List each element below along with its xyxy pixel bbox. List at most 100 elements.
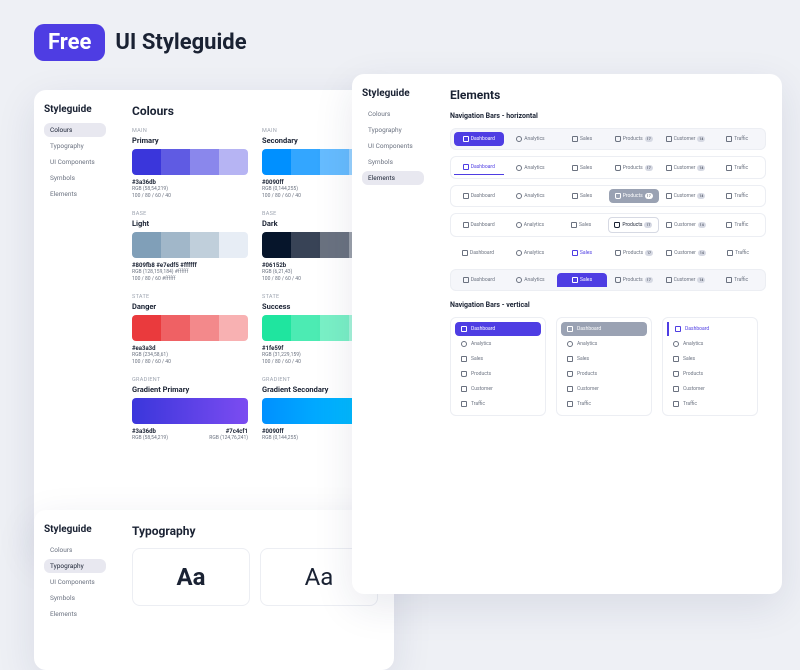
nav-label: Sales [577,356,589,362]
nav-item-traffic[interactable]: Traffic [713,217,762,233]
sidebar-item-ui-components[interactable]: UI Components [362,139,424,153]
sidebar-item-ui-components[interactable]: UI Components [44,155,106,169]
nav-item-sales[interactable]: Sales [557,217,606,233]
nav-item-products[interactable]: Products17 [609,246,659,260]
vnav-item-dashboard[interactable]: Dashboard [667,322,753,336]
nav-item-dashboard[interactable]: Dashboard [454,132,504,146]
vnav-item-analytics[interactable]: Analytics [455,337,541,351]
sidebar-item-ui-components[interactable]: UI Components [44,575,106,589]
count-badge: 17 [645,165,653,171]
sidebar-item-symbols[interactable]: Symbols [362,155,424,169]
vnav-item-traffic[interactable]: Traffic [561,397,647,411]
sidebar-item-typography[interactable]: Typography [362,123,424,137]
nav-icon [726,165,732,171]
nav-icon [673,401,679,407]
nav-item-sales[interactable]: Sales [557,132,607,146]
nav-item-customer[interactable]: Customer14 [661,217,711,233]
nav-item-traffic[interactable]: Traffic [712,132,762,146]
nav-icon [615,250,621,256]
nav-icon [666,222,672,228]
sidebar-item-elements[interactable]: Elements [44,607,106,621]
nav-item-traffic[interactable]: Traffic [712,189,762,203]
vnav-item-sales[interactable]: Sales [667,352,753,366]
vnav-item-sales[interactable]: Sales [561,352,647,366]
sidebar-item-symbols[interactable]: Symbols [44,591,106,605]
sidebar-item-typography[interactable]: Typography [44,559,106,573]
horiz-label: Navigation Bars - horizontal [450,112,766,120]
vnav-item-dashboard[interactable]: Dashboard [561,322,647,336]
nav-icon [463,164,469,170]
nav-item-dashboard[interactable]: Dashboard [454,273,504,287]
sidebar-item-symbols[interactable]: Symbols [44,171,106,185]
sidebar-item-colours[interactable]: Colours [44,543,106,557]
nav-item-products[interactable]: Products17 [609,160,659,175]
nav-label: Analytics [524,222,544,228]
sidebar-item-colours[interactable]: Colours [44,123,106,137]
nav-item-dashboard[interactable]: Dashboard [454,217,503,233]
vnav-item-customer[interactable]: Customer [667,382,753,396]
nav-label: Analytics [524,165,544,171]
sidebar-item-elements[interactable]: Elements [362,171,424,185]
nav-label: Sales [580,136,592,142]
sidebar-item-colours[interactable]: Colours [362,107,424,121]
nav-label: Products [683,371,703,377]
sidebar-item-elements[interactable]: Elements [44,187,106,201]
vnav-item-products[interactable]: Products [561,367,647,381]
nav-item-analytics[interactable]: Analytics [505,246,555,260]
vnav-item-traffic[interactable]: Traffic [667,397,753,411]
nav-item-sales[interactable]: Sales [557,189,607,203]
nav-item-dashboard[interactable]: Dashboard [454,160,504,175]
nav-item-customer[interactable]: Customer14 [661,273,711,287]
nav-item-analytics[interactable]: Analytics [506,273,556,287]
nav-label: Customer [674,136,696,142]
nav-item-products[interactable]: Products17 [609,189,659,203]
navbar-horizontal: Dashboard Analytics SalesProducts17Custome… [450,213,766,237]
nav-item-products[interactable]: Products17 [609,132,659,146]
sidebar-title: Styleguide [44,104,106,115]
vnav-item-analytics[interactable]: Analytics [667,337,753,351]
nav-item-dashboard[interactable]: Dashboard [453,246,503,260]
color-label: BASE [132,211,248,217]
nav-item-analytics[interactable]: Analytics [506,132,556,146]
nav-item-dashboard[interactable]: Dashboard [454,189,504,203]
nav-item-sales[interactable]: Sales [557,273,607,287]
nav-icon [567,371,573,377]
nav-label: Dashboard [471,326,495,332]
nav-item-sales[interactable]: Sales [557,160,607,175]
nav-icon [673,341,679,347]
nav-item-traffic[interactable]: Traffic [713,246,763,260]
vnav-item-products[interactable]: Products [667,367,753,381]
nav-label: Analytics [577,341,597,347]
nav-item-customer[interactable]: Customer14 [661,160,711,175]
vnav-item-sales[interactable]: Sales [455,352,541,366]
nav-label: Products [622,222,642,228]
nav-item-products[interactable]: Products17 [609,273,659,287]
nav-icon [463,136,469,142]
nav-item-analytics[interactable]: Analytics [505,217,554,233]
nav-item-analytics[interactable]: Analytics [506,160,556,175]
vnav-item-customer[interactable]: Customer [455,382,541,396]
vnav-item-traffic[interactable]: Traffic [455,397,541,411]
vnav-item-analytics[interactable]: Analytics [561,337,647,351]
sidebar: Styleguide Colours Typography UI Component… [34,90,116,550]
nav-item-traffic[interactable]: Traffic [712,160,762,175]
nav-label: Customer [674,193,696,199]
nav-icon [516,277,522,283]
count-badge: 14 [697,165,705,171]
nav-item-customer[interactable]: Customer14 [661,189,711,203]
nav-item-customer[interactable]: Customer14 [661,246,711,260]
nav-icon [461,326,467,332]
vnav-item-products[interactable]: Products [455,367,541,381]
nav-item-sales[interactable]: Sales [557,246,607,260]
color-hex: #ea3a3d [132,345,248,352]
nav-item-customer[interactable]: Customer14 [661,132,711,146]
nav-item-analytics[interactable]: Analytics [506,189,556,203]
swatch-strip [132,315,248,341]
nav-item-products[interactable]: Products17 [608,217,659,233]
sidebar-item-typography[interactable]: Typography [44,139,106,153]
nav-icon [615,165,621,171]
nav-item-traffic[interactable]: Traffic [712,273,762,287]
vnav-item-dashboard[interactable]: Dashboard [455,322,541,336]
vnav-item-customer[interactable]: Customer [561,382,647,396]
nav-label: Traffic [734,193,748,199]
